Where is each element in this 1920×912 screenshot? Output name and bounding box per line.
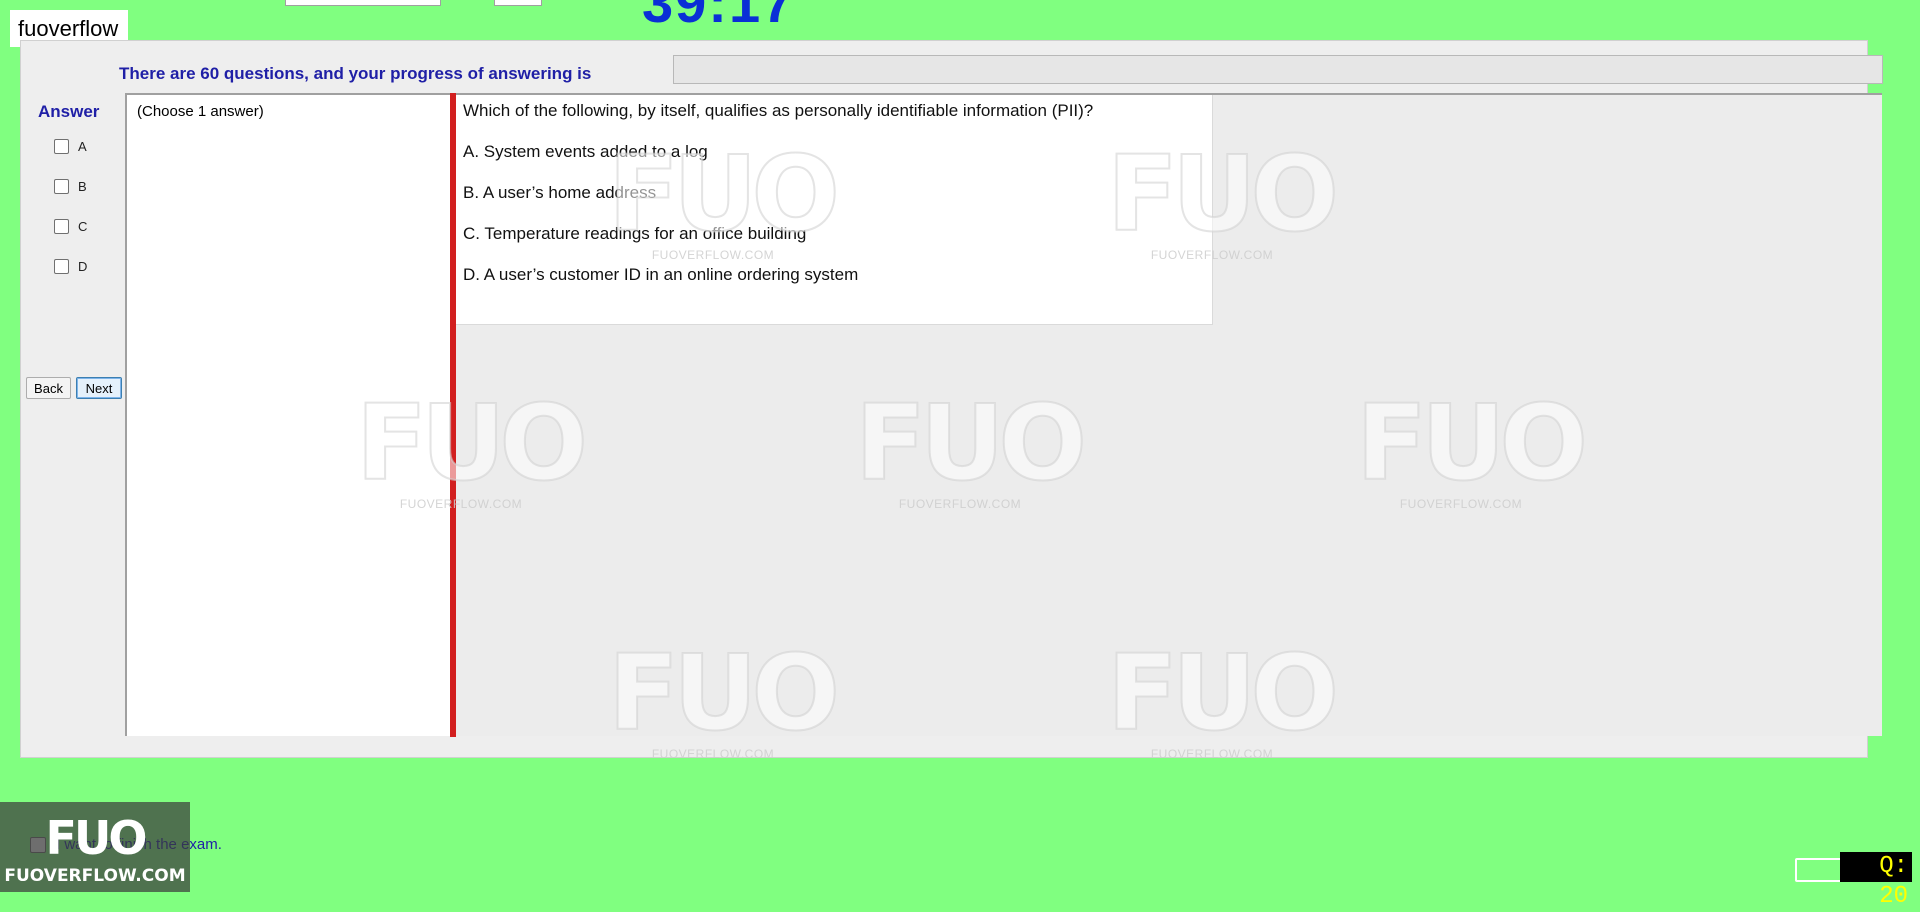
checkbox-c[interactable] <box>54 219 69 234</box>
question-option-c: C. Temperature readings for an office bu… <box>463 224 807 243</box>
brand-logo: FUO <box>45 811 148 865</box>
choose-instruction: (Choose 1 answer) <box>137 103 264 120</box>
question-text: Which of the following, by itself, quali… <box>463 101 1094 120</box>
choose-panel: (Choose 1 answer) <box>125 93 450 736</box>
answer-option-label: A <box>78 139 87 154</box>
checkbox-b[interactable] <box>54 179 69 194</box>
answer-option-c[interactable]: C <box>54 219 87 234</box>
checkbox-d[interactable] <box>54 259 69 274</box>
exam-timer: 39:17 <box>642 0 796 34</box>
back-button[interactable]: Back <box>26 377 71 399</box>
hidden-button[interactable] <box>1795 858 1843 882</box>
question-box: Which of the following, by itself, quali… <box>456 95 1213 325</box>
next-button[interactable]: Next <box>76 377 122 399</box>
top-right-field[interactable] <box>494 0 542 6</box>
question-option-b: B. A user’s home address <box>463 183 657 202</box>
top-left-field[interactable] <box>285 0 441 6</box>
brand-site: FUOVERFLOW.COM <box>4 866 186 886</box>
answer-option-label: D <box>78 259 88 274</box>
brand-logo-block: FUO FUOVERFLOW.COM <box>0 802 190 892</box>
question-counter: Q: 20 <box>1840 852 1912 910</box>
answer-option-d[interactable]: D <box>54 259 87 274</box>
answer-option-b[interactable]: B <box>54 179 87 194</box>
progress-bar <box>673 55 1883 84</box>
answer-option-label: C <box>78 219 88 234</box>
checkbox-a[interactable] <box>54 139 69 154</box>
progress-label: There are 60 questions, and your progres… <box>119 64 592 83</box>
question-area: Which of the following, by itself, quali… <box>456 93 1882 736</box>
answer-option-label: B <box>78 179 87 194</box>
answer-title: Answer <box>38 102 100 121</box>
question-option-d: D. A user’s customer ID in an online ord… <box>463 265 859 284</box>
answer-option-a[interactable]: A <box>54 139 87 154</box>
question-option-a: A. System events added to a log <box>463 142 708 161</box>
